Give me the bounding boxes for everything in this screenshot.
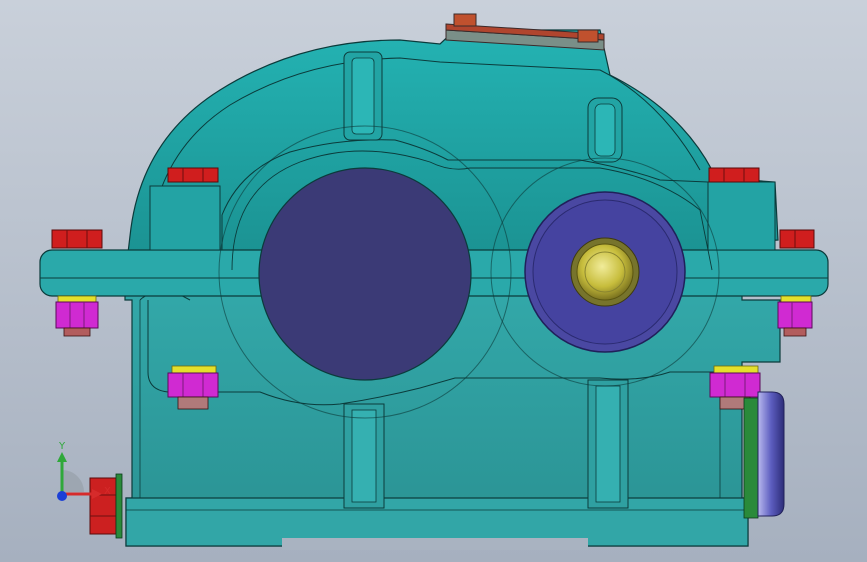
triad-z-axis — [57, 491, 67, 501]
cad-viewport[interactable]: Y X — [0, 0, 867, 562]
triad-x-label: X — [104, 486, 111, 497]
oil-level-gauge[interactable] — [743, 391, 785, 519]
bolt-cover-right[interactable] — [708, 167, 760, 183]
triad-y-label: Y — [59, 441, 66, 452]
bolt-flange-right[interactable] — [779, 229, 815, 249]
bolt-flange-left[interactable] — [51, 229, 103, 249]
bolt-cover-left[interactable] — [167, 167, 219, 183]
model-canvas[interactable] — [0, 0, 867, 562]
vent-screw-left[interactable] — [453, 13, 477, 27]
drain-plug[interactable] — [89, 473, 123, 539]
vent-screw-right[interactable] — [577, 29, 599, 43]
